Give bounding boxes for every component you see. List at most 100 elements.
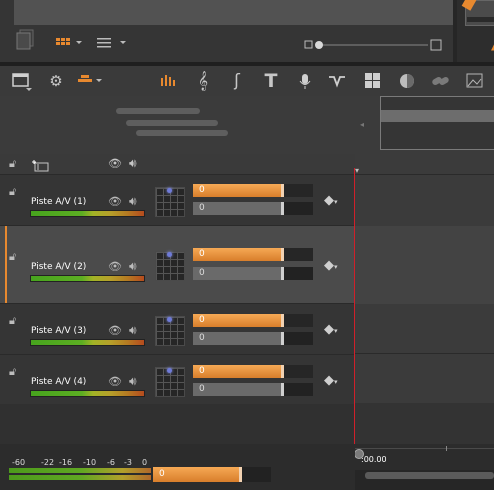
fader-track[interactable] [283,314,313,327]
master-scale-label: -6 [107,458,115,467]
fader-track[interactable] [283,248,313,261]
speaker-icon[interactable]: 🔊︎ [129,194,137,209]
track-meter [31,211,144,216]
sound-effect-icon[interactable]: ʃ [226,66,248,96]
volume-knob[interactable] [281,202,284,215]
track-header-row: 🔓︎ 👁︎ 🔊︎ [0,154,355,174]
volume-knob[interactable] [281,267,284,280]
eye-icon[interactable]: 👁︎ [108,375,122,388]
settings-icon[interactable]: ⚙ [44,66,68,96]
lock-icon[interactable]: 🔓︎ [9,185,16,199]
track-name[interactable]: Piste A/V (2) [31,262,86,272]
timeline-selected-row[interactable] [355,226,494,304]
eye-icon[interactable]: 👁︎ [108,324,122,337]
add-track-icon[interactable] [31,157,49,172]
fader-knob[interactable] [281,248,284,261]
view-mode-icon[interactable] [8,66,34,96]
keyframe-icon[interactable]: ◆▾ [324,193,338,208]
playhead-handle[interactable] [354,449,364,459]
master-meter-left [9,468,151,473]
eye-icon[interactable]: 👁︎ [108,157,122,170]
horizontal-scrollbar[interactable] [365,472,494,479]
keyframe-icon[interactable]: ◆▾ [324,373,338,388]
overview-collapse-icon[interactable]: ◂ [360,100,374,150]
title-icon[interactable]: T [259,66,283,96]
color-icon[interactable] [396,66,418,96]
timeline-toolbar: ⚙ 𝄞 ʃ T [0,66,494,97]
track-volume[interactable]: 0 [193,332,283,345]
speaker-icon[interactable]: 🔊︎ [129,374,137,389]
volume-knob[interactable] [281,383,284,396]
lock-icon[interactable]: 🔓︎ [9,314,16,328]
volume-track[interactable] [283,202,313,215]
speaker-icon[interactable]: 🔊︎ [129,323,137,338]
track-row-selected[interactable]: 🔓︎ Piste A/V (2) 👁︎ 🔊︎ 0 0 ◆▾ [0,225,355,304]
audio-meter-icon[interactable] [158,66,180,96]
library-thumbnail-area[interactable] [14,0,453,25]
grid-icon[interactable] [362,66,384,96]
fader-track[interactable] [283,365,313,378]
track-fader[interactable]: 0 [193,314,283,327]
track-separator [355,174,494,175]
volume-track[interactable] [283,267,313,280]
track-row[interactable]: 🔓︎ Piste A/V (3) 👁︎ 🔊︎ 0 0 ◆▾ [0,303,355,355]
volume-track[interactable] [283,332,313,345]
track-row[interactable]: 🔓︎ Piste A/V (4) 👁︎ 🔊︎ 0 0 ◆▾ [0,354,355,405]
timeline-area[interactable] [355,174,494,444]
panner-grid[interactable] [155,367,185,397]
thumbnail-view-button[interactable] [54,35,84,49]
master-scale-label: -60 [12,458,26,467]
track-fader[interactable]: 0 [193,365,283,378]
panoramic-icon[interactable] [463,66,487,96]
master-fader-track[interactable] [241,467,271,482]
audio-ducking-icon[interactable] [326,66,350,96]
voiceover-icon[interactable] [294,66,316,96]
timeline-ruler[interactable]: :00.00 [355,444,494,470]
track-name[interactable]: Piste A/V (3) [31,326,86,336]
panner-grid[interactable] [155,316,185,346]
panner-grid[interactable] [155,251,185,281]
keyframe-icon[interactable]: ◆▾ [324,322,338,337]
fader-knob[interactable] [281,365,284,378]
lock-icon[interactable]: 🔓︎ [9,365,16,379]
music-icon[interactable]: 𝄞 [192,66,214,96]
track-fader[interactable]: 0 [193,184,283,197]
overview-viewport[interactable] [380,96,494,150]
speaker-icon[interactable]: 🔊︎ [129,156,137,171]
list-view-button[interactable] [96,35,130,49]
track-volume[interactable]: 0 [193,202,283,215]
lock-icon[interactable]: 🔓︎ [9,250,16,264]
track-volume[interactable]: 0 [193,267,283,280]
track-meter [31,391,144,396]
playhead[interactable] [354,168,355,490]
player-screen[interactable] [461,0,494,26]
eye-icon[interactable]: 👁︎ [108,260,122,273]
keyframe-icon[interactable]: ◆▾ [324,258,338,273]
link-icon[interactable] [429,66,453,96]
track-volume[interactable]: 0 [193,383,283,396]
layers-icon[interactable] [14,28,36,52]
track-row[interactable]: 🔓︎ Piste A/V (1) 👁︎ 🔊︎ 0 0 ◆▾ [0,174,355,226]
eye-icon[interactable]: 👁︎ [108,195,122,208]
master-fader[interactable]: 0 [153,467,241,482]
thumbnail-size-slider[interactable] [304,36,444,51]
speaker-icon[interactable]: 🔊︎ [129,259,137,274]
track-name[interactable]: Piste A/V (1) [31,197,86,207]
track-meter [31,276,144,281]
track-meter [31,340,144,345]
track-edit-icon[interactable] [74,66,104,96]
master-fader-knob[interactable] [239,467,242,482]
ruler-tick [446,446,447,451]
volume-knob[interactable] [281,332,284,345]
master-scale-label: -16 [59,458,73,467]
lock-all-icon[interactable]: 🔓︎ [9,157,16,171]
track-fader[interactable]: 0 [193,248,283,261]
player-scrubber[interactable] [467,17,494,22]
fader-track[interactable] [283,184,313,197]
timeline-overview[interactable]: ◂ [0,96,494,154]
panner-grid[interactable] [155,187,185,217]
volume-track[interactable] [283,383,313,396]
track-name[interactable]: Piste A/V (4) [31,377,86,387]
fader-knob[interactable] [281,184,284,197]
fader-knob[interactable] [281,314,284,327]
